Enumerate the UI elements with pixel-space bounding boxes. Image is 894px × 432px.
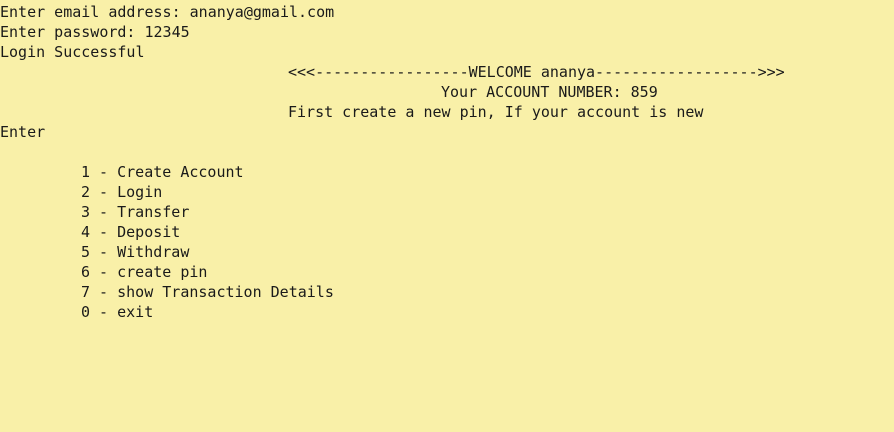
login-status-line: Login Successful bbox=[0, 43, 145, 61]
menu-item-transfer: 3 - Transfer bbox=[81, 203, 190, 221]
console-output[interactable]: Enter email address: ananya@gmail.com En… bbox=[0, 0, 894, 432]
menu-item-login: 2 - Login bbox=[81, 183, 163, 201]
menu-item-exit: 0 - exit bbox=[81, 303, 154, 321]
account-number-line: Your ACCOUNT NUMBER: 859 bbox=[441, 83, 658, 101]
menu-item-withdraw: 5 - Withdraw bbox=[81, 243, 190, 261]
email-prompt-line: Enter email address: ananya@gmail.com bbox=[0, 3, 335, 21]
welcome-banner: <<<-----------------WELCOME ananya------… bbox=[288, 63, 785, 81]
menu-item-create-account: 1 - Create Account bbox=[81, 163, 244, 181]
password-prompt-line: Enter password: 12345 bbox=[0, 23, 190, 41]
menu-item-create-pin: 6 - create pin bbox=[81, 263, 208, 281]
pin-hint-line: First create a new pin, If your account … bbox=[288, 103, 704, 121]
menu-item-deposit: 4 - Deposit bbox=[81, 223, 181, 241]
menu-item-show-transaction-details: 7 - show Transaction Details bbox=[81, 283, 334, 301]
enter-prompt-line: Enter bbox=[0, 123, 46, 141]
